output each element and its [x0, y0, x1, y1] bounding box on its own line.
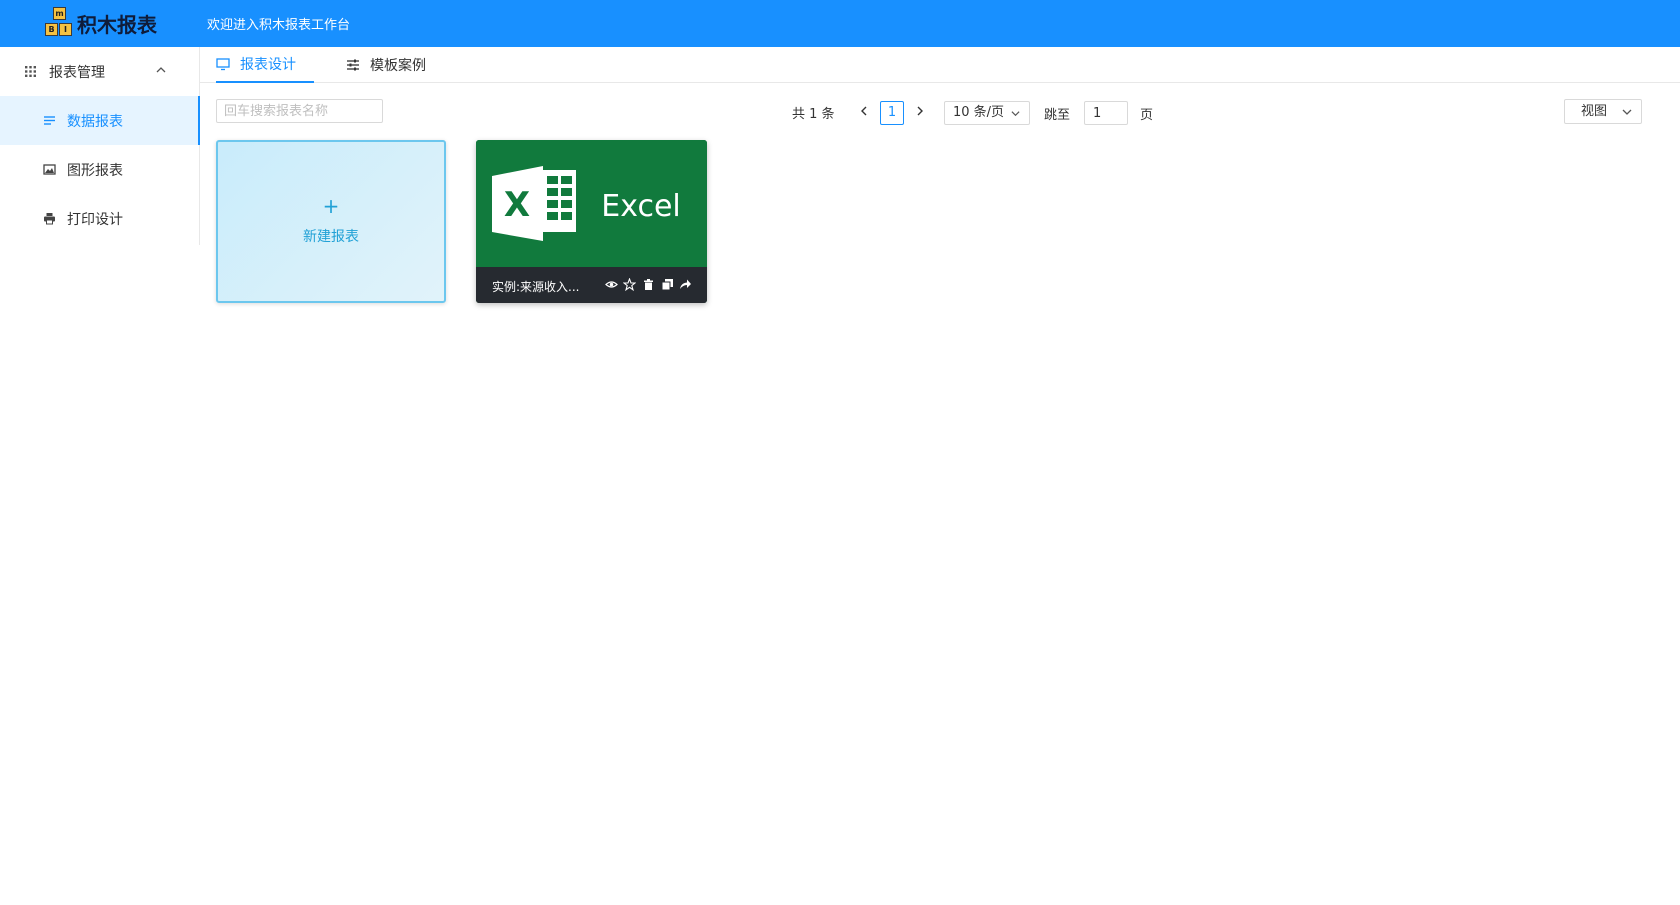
- jump-suffix: 页: [1140, 108, 1154, 123]
- menu-group-report-management[interactable]: 报表管理: [0, 47, 199, 96]
- chevron-down-icon: [1011, 111, 1020, 117]
- sidebar-item-chart-report[interactable]: 图形报表: [0, 145, 199, 194]
- star-icon[interactable]: [623, 278, 636, 291]
- report-name: 实例:来源收入...: [492, 280, 580, 294]
- excel-logo-icon: X Excel: [492, 166, 681, 241]
- new-report-label: 新建报表: [303, 229, 359, 245]
- view-mode-select[interactable]: 视图: [1564, 99, 1642, 124]
- plus-icon: +: [322, 194, 340, 218]
- image-icon: [43, 164, 56, 175]
- sidebar-item-print-design[interactable]: 打印设计: [0, 194, 199, 243]
- tab-report-design[interactable]: 报表设计: [216, 47, 314, 83]
- sidebar-item-data-report[interactable]: 数据报表: [0, 96, 200, 145]
- copy-icon[interactable]: [661, 278, 674, 291]
- grid-icon: [25, 66, 36, 77]
- chevron-down-icon: [1622, 109, 1632, 115]
- logo-block-right: I: [59, 23, 72, 36]
- top-header: m B I 积木报表 欢迎进入积木报表工作台: [0, 0, 1680, 47]
- chevron-left-icon[interactable]: [857, 104, 871, 118]
- excel-cover-text: Excel: [601, 189, 680, 224]
- tab-label: 模板案例: [370, 58, 426, 74]
- chevron-right-icon[interactable]: [913, 104, 927, 118]
- trash-icon[interactable]: [642, 278, 655, 291]
- sidebar-item-label: 数据报表: [67, 114, 123, 130]
- sidebar: 报表管理 数据报表 图形报表 打印设计: [0, 47, 200, 245]
- sidebar-item-label: 图形报表: [67, 163, 123, 179]
- chevron-up-icon[interactable]: [155, 64, 167, 76]
- tab-template-cases[interactable]: 模板案例: [346, 47, 426, 83]
- page-size-select[interactable]: 10 条/页: [944, 101, 1030, 125]
- eye-icon[interactable]: [605, 278, 618, 291]
- new-report-card[interactable]: + 新建报表: [216, 140, 446, 303]
- welcome-text: 欢迎进入积木报表工作台: [207, 18, 351, 33]
- pagination-total: 共 1 条: [792, 107, 835, 122]
- jump-label: 跳至: [1044, 108, 1071, 123]
- logo-blocks-icon: m B I: [41, 7, 75, 39]
- tab-label: 报表设计: [240, 57, 296, 73]
- tab-bar: 报表设计 模板案例: [200, 47, 1680, 83]
- app-logo[interactable]: m B I 积木报表: [41, 7, 157, 39]
- excel-letter: X: [504, 185, 530, 225]
- report-card[interactable]: X Excel 实例:来源收入...: [476, 140, 707, 303]
- printer-icon: [44, 213, 55, 225]
- search-input[interactable]: [216, 99, 383, 123]
- jump-page-input[interactable]: [1084, 101, 1128, 125]
- logo-block-left: B: [45, 23, 58, 36]
- monitor-icon: [216, 58, 230, 71]
- sliders-icon: [347, 59, 359, 71]
- logo-block-top: m: [53, 7, 66, 20]
- sidebar-item-label: 打印设计: [67, 212, 123, 228]
- view-mode-label: 视图: [1581, 104, 1608, 119]
- report-card-cover[interactable]: X Excel: [476, 140, 707, 267]
- page-size-value: 10 条/页: [953, 105, 1005, 120]
- logo-text: 积木报表: [77, 12, 157, 37]
- pagination-page-current[interactable]: 1: [880, 101, 904, 125]
- share-icon[interactable]: [679, 278, 692, 291]
- menu-group-label: 报表管理: [49, 65, 105, 81]
- list-icon: [44, 116, 55, 125]
- report-card-footer: 实例:来源收入...: [476, 267, 707, 303]
